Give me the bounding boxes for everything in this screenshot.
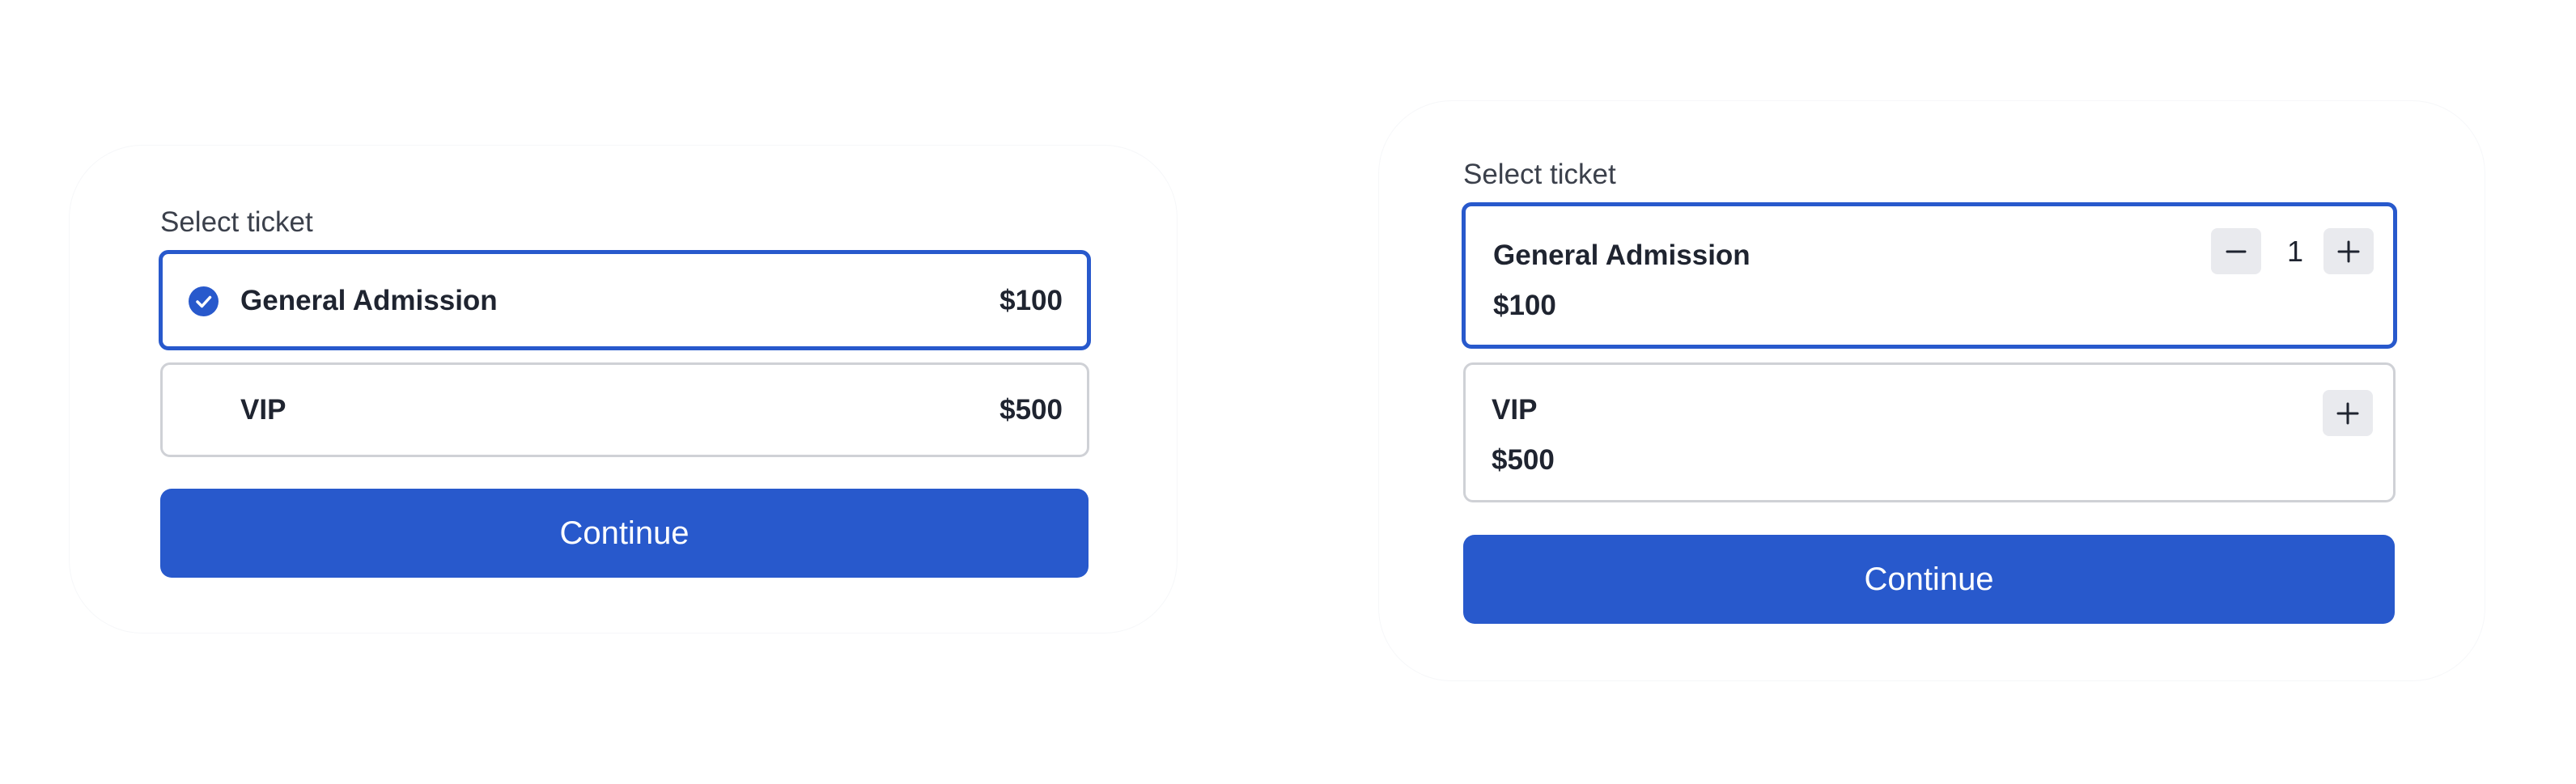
select-ticket-label: Select ticket: [160, 206, 313, 238]
plus-icon: [2336, 402, 2359, 424]
ticket-name: VIP: [240, 394, 286, 426]
continue-button[interactable]: Continue: [1463, 535, 2395, 624]
ticket-option-vip[interactable]: VIP $500: [160, 362, 1089, 457]
ticket-name: General Admission: [1493, 239, 1751, 271]
check-circle-icon: [189, 286, 219, 316]
quantity-value: 1: [2286, 235, 2304, 268]
ticket-option-general-admission[interactable]: General Admission $100 1: [1462, 202, 2397, 349]
ticket-option-vip[interactable]: VIP $500: [1463, 362, 2396, 502]
ticket-price: $500: [1492, 444, 1555, 476]
decrease-quantity-button[interactable]: [2211, 228, 2261, 274]
ticket-name: General Admission: [240, 285, 498, 316]
ticket-price: $100: [999, 285, 1063, 316]
minus-icon: [2226, 250, 2247, 252]
ticket-option-general-admission[interactable]: General Admission $100: [159, 250, 1091, 350]
increase-quantity-button[interactable]: [2323, 390, 2373, 436]
increase-quantity-button[interactable]: [2323, 228, 2374, 274]
ticket-name: VIP: [1492, 394, 1538, 426]
plus-icon: [2337, 240, 2360, 262]
ticket-price: $100: [1493, 290, 1556, 321]
select-ticket-label: Select ticket: [1463, 159, 1616, 190]
ticket-price: $500: [999, 394, 1063, 426]
continue-button[interactable]: Continue: [160, 489, 1089, 578]
